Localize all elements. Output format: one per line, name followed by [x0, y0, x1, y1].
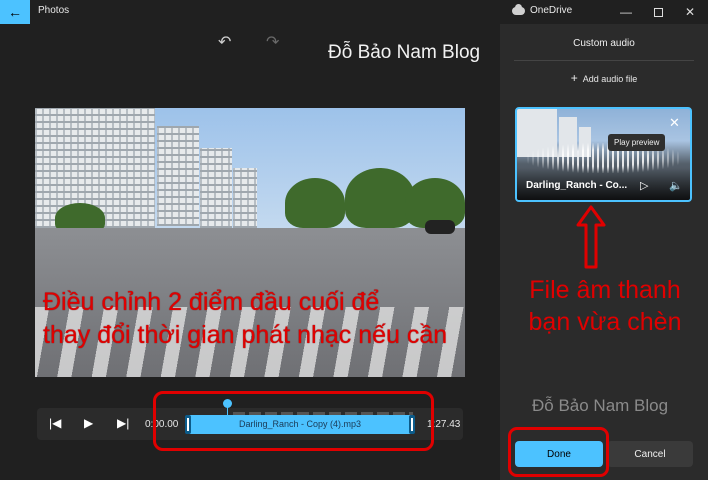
add-audio-label: Add audio file	[582, 74, 638, 84]
note-line-2: bạn vừa chèn	[528, 308, 682, 336]
audio-file-card[interactable]: ✕ Play preview Darling_Ranch - Co... ▷ 🔈	[515, 107, 692, 202]
annotation-box-done	[508, 427, 609, 477]
redo-button[interactable]: ↷	[266, 32, 279, 52]
play-preview-tooltip: Play preview	[608, 134, 666, 151]
tree	[285, 178, 345, 228]
maximize-icon	[653, 7, 663, 17]
panel-title: Custom audio	[573, 38, 635, 49]
add-audio-file-button[interactable]: + Add audio file	[500, 71, 708, 85]
maximize-button[interactable]	[642, 0, 674, 24]
cloud-icon	[512, 3, 525, 15]
remove-audio-icon[interactable]: ✕	[669, 115, 680, 131]
instruction-caption: Điều chỉnh 2 điểm đầu cuối để thay đổi t…	[43, 286, 463, 352]
title-bar: ← Photos OneDrive — ✕	[0, 0, 708, 24]
play-button[interactable]: ▶	[84, 416, 93, 430]
building	[157, 126, 199, 226]
annotation-note: File âm thanh bạn vừa chèn	[520, 274, 690, 338]
building	[200, 148, 232, 228]
plus-icon: +	[570, 71, 578, 85]
volume-icon[interactable]: 🔈	[669, 179, 683, 192]
caption-line-2: thay đổi thời gian phát nhạc nếu cần	[43, 321, 448, 349]
audio-file-name: Darling_Ranch - Co...	[526, 180, 628, 191]
minimize-button[interactable]: —	[610, 0, 642, 24]
motorbike	[425, 220, 455, 234]
app-title: Photos	[38, 5, 70, 16]
undo-button[interactable]: ↶	[218, 32, 231, 52]
building	[233, 168, 257, 228]
minimize-icon: —	[620, 5, 632, 19]
back-button[interactable]: ←	[0, 0, 30, 24]
note-line-1: File âm thanh	[529, 276, 681, 304]
blog-watermark: Đỗ Bảo Nam Blog	[328, 42, 481, 63]
cancel-button[interactable]: Cancel	[607, 441, 693, 467]
play-preview-icon[interactable]: ▷	[640, 179, 648, 192]
onedrive-label: OneDrive	[530, 5, 573, 16]
close-icon: ✕	[684, 5, 696, 19]
caption-line-1: Điều chỉnh 2 điểm đầu cuối để	[43, 288, 380, 316]
panel-watermark: Đỗ Bảo Nam Blog	[532, 396, 669, 415]
previous-frame-button[interactable]: |◀	[49, 416, 61, 430]
annotation-arrow	[576, 205, 606, 269]
arrow-left-icon: ←	[8, 4, 22, 20]
next-frame-button[interactable]: ▶|	[117, 416, 129, 430]
video-preview[interactable]: Điều chỉnh 2 điểm đầu cuối để thay đổi t…	[35, 108, 465, 377]
close-window-button[interactable]: ✕	[674, 0, 706, 24]
divider	[514, 60, 694, 61]
onedrive-status[interactable]: OneDrive	[512, 3, 573, 16]
annotation-box-timeline	[153, 391, 434, 451]
